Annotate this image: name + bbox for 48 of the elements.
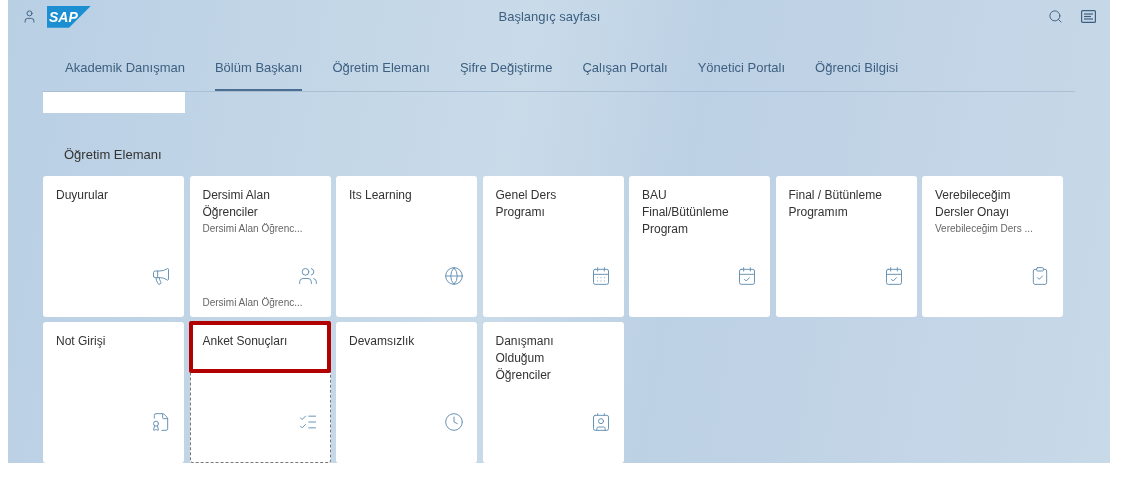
app-tile[interactable]: Genel Ders Programı [482,176,624,317]
user-icon[interactable] [22,9,37,25]
app-tile[interactable]: Verebileceğim Dersler Onayı Verebileceğim Ders ... [922,176,1063,317]
document-icon [151,412,171,432]
tile-title: Verebileceğim Dersler Onayı [935,187,1012,221]
section-title: Öğretim Elemanı [64,145,163,164]
tile-title: Duyurular [56,187,110,204]
tile-footer: Dersimi Alan Öğrenc... [202,295,303,310]
globe-icon [444,266,464,286]
tile-title: Devamsızlık [349,333,416,350]
tile-subtitle: Dersimi Alan Öğrenc... [202,222,304,236]
nav-tab[interactable]: Akademik Danışman [65,55,185,91]
tile-title: Danışmanı Olduğum Öğrenciler [495,333,555,384]
calendar-icon [590,266,611,286]
menu-icon[interactable] [1081,10,1096,24]
nav-tab[interactable]: Bölüm Başkanı [214,55,303,91]
tile-title: Dersimi Alan Öğrenciler [202,187,271,221]
tile-title: Genel Ders Programı [495,187,558,221]
people-icon [297,266,318,286]
calendar-icon [737,266,757,286]
search-icon[interactable] [1048,9,1063,25]
nav-tab[interactable]: Yönetici Portalı [697,55,786,91]
logo: SAP [47,5,91,28]
nav-tab[interactable]: Çalışan Portalı [582,55,668,91]
tile-title: BAU Final/Bütünleme Program [642,187,730,238]
app-tile[interactable]: Devamsızlık [336,322,477,463]
page-title: Başlangıç sayfası [497,8,602,26]
app-tile[interactable]: Duyurular [43,176,184,317]
clipboard-check-icon [1030,266,1050,286]
tile-subtitle: Verebileceğim Ders ... [935,222,1034,236]
nav-tab[interactable]: Öğretim Elemanı [332,55,430,91]
tile-title: Anket Sonuçları [202,333,289,350]
app-tile[interactable]: Anket Sonuçları [189,322,331,463]
app-tile[interactable]: Its Learning [336,176,477,317]
app-tile[interactable]: Final / Bütünleme Programım [775,176,917,317]
megaphone-icon [151,266,171,286]
tile-title: Its Learning [349,187,413,204]
nav-tab[interactable]: Öğrenci Bilgisi [815,55,899,91]
tile-title: Final / Bütünleme Programım [788,187,883,221]
calendar-icon [883,266,904,286]
clock-icon [444,412,464,432]
app-tile[interactable]: Not Girişi [43,322,184,463]
contact-card-icon [590,412,611,432]
app-tile[interactable]: Dersimi Alan Öğrenciler Dersimi Alan Öğrenc... Dersimi Alan Öğrenc... [189,176,331,317]
tile-title: Not Girişi [56,333,107,350]
nav-tab[interactable]: Şifre Değiştirme [459,55,553,91]
app-tile[interactable]: Danışmanı Olduğum Öğrenciler [482,322,624,463]
app-tile[interactable]: BAU Final/Bütünleme Program [629,176,770,317]
